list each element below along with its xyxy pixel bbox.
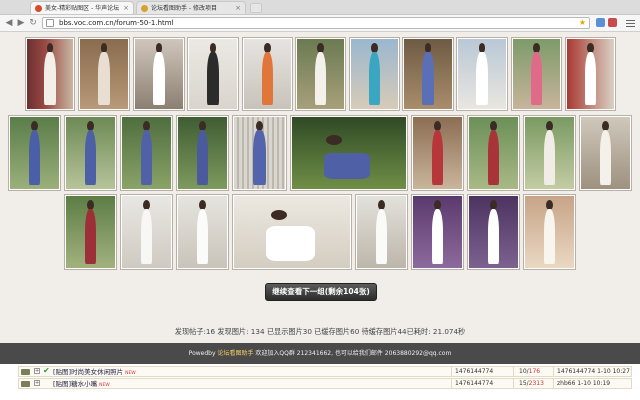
last-post: zhb66 1-10 10:19 — [557, 380, 611, 387]
menu-icon[interactable] — [626, 18, 635, 27]
page-icon — [46, 19, 54, 27]
new-tab-button[interactable] — [250, 3, 262, 13]
gallery-photo[interactable] — [467, 115, 520, 191]
tab-strip: 美女-精彩贴图区 - 华声论坛 × 论坛看图助手 - 修改项目 × — [0, 0, 640, 15]
gallery-photo[interactable] — [523, 194, 576, 270]
site-favicon-icon — [141, 5, 148, 12]
table-row[interactable]: + [贴图]糖水小嘴 NEW 1476144774 15/2313 zhb66 1… — [18, 378, 632, 389]
close-tab-icon[interactable]: × — [123, 2, 129, 14]
reply-count: 10/176 — [519, 368, 541, 375]
address-url: bbs.voc.com.cn/forum-50-1.html — [59, 19, 174, 27]
site-favicon-icon — [35, 5, 42, 12]
gallery-photo[interactable] — [411, 115, 464, 191]
gallery-photo[interactable] — [565, 37, 616, 111]
gallery-photo[interactable] — [411, 194, 464, 270]
extension-icon[interactable] — [596, 18, 605, 27]
powered-bar: Powedby 论坛看图助手 欢迎加入QQ群 212341662, 也可以给我们… — [0, 343, 640, 364]
gallery-photo[interactable] — [25, 37, 75, 111]
gallery-photo[interactable] — [467, 194, 520, 270]
tab-active[interactable]: 美女-精彩贴图区 - 华声论坛 × — [30, 1, 134, 14]
gallery-photo[interactable] — [290, 115, 408, 191]
forward-button[interactable]: ▶ — [15, 17, 27, 29]
table-row[interactable]: + ✔ [贴图]时尚美女休闲照片 NEW 1476144774 10/176 14… — [18, 366, 632, 377]
author-id: 1476144774 — [455, 380, 494, 387]
gallery-photo[interactable] — [355, 194, 408, 270]
powered-rest: 欢迎加入QQ群 212341662, 也可以给我们邮件 2063880292@q… — [255, 350, 452, 357]
gallery-photo[interactable] — [187, 37, 239, 111]
gallery-photo[interactable] — [232, 194, 352, 270]
gallery-photo[interactable] — [511, 37, 562, 111]
gallery-photo[interactable] — [133, 37, 185, 111]
gallery-photo[interactable] — [64, 115, 117, 191]
forum-table: + ✔ [贴图]时尚美女休闲照片 NEW 1476144774 10/176 14… — [0, 364, 640, 400]
reply-count: 15/2313 — [519, 380, 544, 387]
gallery-photo[interactable] — [523, 115, 576, 191]
stats-text: 发现帖子:16 发现图片: 134 已显示图片30 已缓存图片60 待缓存图片4… — [174, 327, 466, 336]
thread-icon — [21, 369, 30, 375]
check-icon: ✔ — [43, 366, 50, 375]
gallery-photo[interactable] — [8, 115, 61, 191]
tab-title: 论坛看图助手 - 修改项目 — [151, 5, 217, 12]
tab-title: 美女-精彩贴图区 - 华声论坛 — [45, 5, 120, 12]
thread-title[interactable]: [贴图]糖水小嘴 NEW — [53, 379, 110, 391]
last-post: 1476144774 1-10 10:27 — [557, 368, 630, 375]
load-more-button[interactable]: 继续查看下一组(剩余104张) — [265, 283, 377, 301]
gallery-photo[interactable] — [232, 115, 287, 191]
gallery-photo[interactable] — [456, 37, 508, 111]
gallery-photo[interactable] — [579, 115, 632, 191]
gallery-photo[interactable] — [402, 37, 454, 111]
gallery-photo[interactable] — [349, 37, 400, 111]
gallery-photo[interactable] — [64, 194, 117, 270]
gallery-photo[interactable] — [295, 37, 346, 111]
author-id: 1476144774 — [455, 368, 494, 375]
thread-icon — [21, 381, 30, 387]
tab-inactive[interactable]: 论坛看图助手 - 修改项目 × — [136, 1, 246, 14]
expand-icon[interactable]: + — [34, 368, 40, 374]
address-bar[interactable]: bbs.voc.com.cn/forum-50-1.html ★ — [42, 17, 590, 29]
back-button[interactable]: ◀ — [3, 17, 15, 29]
gallery-photo[interactable] — [176, 194, 229, 270]
extension-icon[interactable] — [608, 18, 617, 27]
gallery-photo[interactable] — [242, 37, 293, 111]
expand-icon[interactable]: + — [34, 380, 40, 386]
close-tab-icon[interactable]: × — [235, 2, 241, 14]
bookmark-star-icon[interactable]: ★ — [579, 18, 586, 28]
browser-toolbar: ◀ ▶ ↻ bbs.voc.com.cn/forum-50-1.html ★ — [0, 15, 640, 32]
gallery-photo[interactable] — [176, 115, 229, 191]
gallery-photo[interactable] — [120, 194, 173, 270]
gallery-photo[interactable] — [78, 37, 130, 111]
gallery-photo[interactable] — [120, 115, 173, 191]
powered-prefix: Powedby — [188, 350, 216, 357]
powered-link[interactable]: 论坛看图助手 — [217, 350, 253, 357]
reload-button[interactable]: ↻ — [27, 17, 39, 29]
